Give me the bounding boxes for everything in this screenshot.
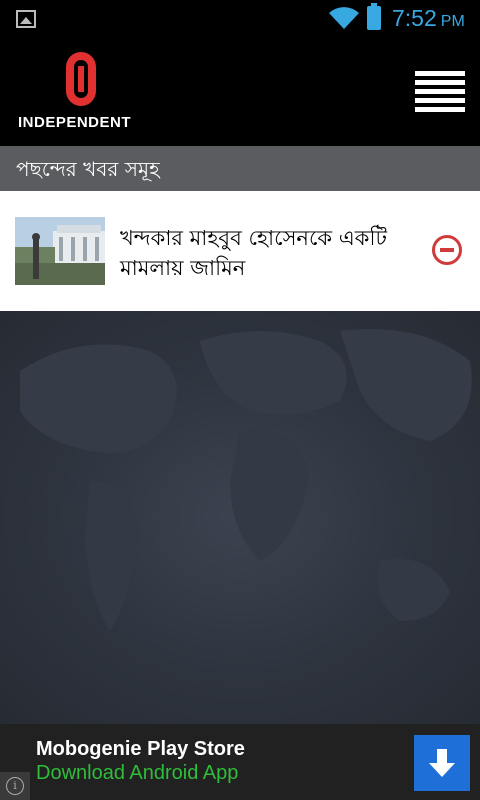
- news-thumbnail[interactable]: [15, 217, 105, 285]
- news-title[interactable]: খন্দকার মাহবুব হোসেনকে একটি মামলায় জামি…: [120, 223, 420, 283]
- remove-icon[interactable]: [432, 235, 462, 265]
- time-value: 7:52: [392, 5, 437, 31]
- download-arrow-icon: [429, 749, 455, 777]
- wifi-icon: [329, 7, 359, 29]
- status-bar: 7:52 PM: [0, 0, 480, 38]
- ad-info-button[interactable]: i: [0, 772, 30, 800]
- section-header: পছন্দের খবর সমূহ: [0, 146, 480, 191]
- ad-banner[interactable]: Mobogenie Play Store Download Android Ap…: [0, 724, 480, 800]
- time-ampm: PM: [440, 13, 465, 30]
- gallery-icon: [16, 10, 36, 28]
- content-background: [0, 311, 480, 724]
- world-map-watermark: [20, 329, 472, 631]
- thumbnail-image: [15, 217, 105, 285]
- favorites-list: খন্দকার মাহবুব হোসেনকে একটি মামলায় জামি…: [0, 191, 480, 311]
- ad-title[interactable]: Mobogenie Play Store: [36, 738, 245, 761]
- independent-logo-icon: [66, 52, 96, 106]
- info-icon: i: [6, 777, 24, 795]
- download-button[interactable]: [414, 735, 470, 791]
- logo-wordmark: INDEPENDENT: [18, 114, 132, 131]
- battery-icon: [367, 3, 381, 30]
- ad-subtitle[interactable]: Download Android App: [36, 762, 238, 785]
- app-header: INDEPENDENT: [0, 38, 480, 146]
- status-time: 7:52 PM: [392, 5, 465, 32]
- section-title: পছন্দের খবর সমূহ: [16, 157, 160, 181]
- hamburger-menu-icon[interactable]: [415, 71, 465, 113]
